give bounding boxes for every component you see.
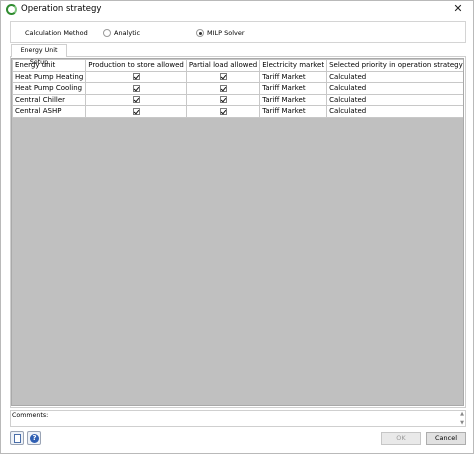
tab-energy-unit-setup[interactable]: Energy Unit Setup — [11, 44, 67, 66]
table-header-row: Energy unit Production to store allowed … — [12, 59, 463, 72]
partial-load-cell[interactable] — [185, 82, 261, 95]
scroll-down-icon[interactable]: ▼ — [460, 420, 464, 426]
priority-cell[interactable]: Calculated — [326, 105, 463, 118]
table-row[interactable]: Heat Pump Cooling Tariff Market Calculat… — [12, 82, 463, 95]
partial-load-cell[interactable] — [185, 70, 261, 83]
document-button[interactable] — [10, 431, 24, 445]
calculation-method-group: Calculation Method Analytic MILP Solver — [10, 21, 466, 43]
store-allowed-checkbox[interactable] — [132, 73, 140, 81]
electricity-market-cell[interactable]: Tariff Market — [259, 105, 328, 118]
store-allowed-cell[interactable] — [85, 105, 187, 118]
app-logo-icon — [6, 4, 17, 15]
priority-cell[interactable]: Calculated — [326, 93, 463, 106]
ok-button[interactable]: OK — [381, 432, 421, 445]
partial-load-checkbox[interactable] — [219, 84, 227, 92]
partial-load-checkbox[interactable] — [219, 73, 227, 81]
energy-unit-grid: Energy unit Production to store allowed … — [11, 58, 464, 406]
priority-cell[interactable]: Calculated — [326, 70, 463, 83]
electricity-market-cell[interactable]: Tariff Market — [259, 70, 328, 83]
milp-solver-radio[interactable] — [196, 29, 204, 37]
energy-unit-cell[interactable]: Heat Pump Cooling — [12, 82, 87, 95]
electricity-market-cell[interactable]: Tariff Market — [259, 82, 328, 95]
cancel-button[interactable]: Cancel — [426, 432, 466, 445]
comments-field[interactable]: Comments: ▲ ▼ — [10, 410, 466, 427]
header-partial-load[interactable]: Partial load allowed — [185, 59, 261, 72]
window-title: Operation strategy — [21, 4, 102, 14]
help-button[interactable]: ? — [27, 431, 41, 445]
document-icon — [14, 434, 21, 443]
header-selected-priority[interactable]: Selected priority in operation strategy — [326, 59, 463, 72]
close-button[interactable]: ✕ — [449, 2, 467, 16]
store-allowed-checkbox[interactable] — [132, 107, 140, 115]
store-allowed-checkbox[interactable] — [132, 84, 140, 92]
energy-unit-cell[interactable]: Central Chiller — [12, 93, 87, 106]
help-icon: ? — [30, 434, 39, 443]
milp-solver-radio-label[interactable]: MILP Solver — [207, 29, 245, 37]
store-allowed-cell[interactable] — [85, 93, 187, 106]
partial-load-cell[interactable] — [185, 105, 261, 118]
store-allowed-cell[interactable] — [85, 82, 187, 95]
calculation-method-label: Calculation Method — [25, 29, 88, 37]
table-row[interactable]: Central Chiller Tariff Market Calculated — [12, 93, 463, 106]
title-bar: Operation strategy ✕ — [1, 1, 473, 19]
energy-unit-table: Energy unit Production to store allowed … — [12, 59, 463, 118]
operation-strategy-window: Operation strategy ✕ Calculation Method … — [0, 0, 474, 454]
comments-label: Comments: — [12, 412, 49, 419]
store-allowed-checkbox[interactable] — [132, 96, 140, 104]
analytic-radio[interactable] — [103, 29, 111, 37]
partial-load-cell[interactable] — [185, 93, 261, 106]
table-row[interactable]: Heat Pump Heating Tariff Market Calculat… — [12, 70, 463, 83]
energy-unit-cell[interactable]: Central ASHP — [12, 105, 87, 118]
header-energy-unit[interactable]: Energy unit — [12, 59, 87, 72]
partial-load-checkbox[interactable] — [219, 96, 227, 104]
table-row[interactable]: Central ASHP Tariff Market Calculated — [12, 105, 463, 118]
header-electricity-market[interactable]: Electricity market — [259, 59, 328, 72]
store-allowed-cell[interactable] — [85, 70, 187, 83]
priority-cell[interactable]: Calculated — [326, 82, 463, 95]
partial-load-checkbox[interactable] — [219, 107, 227, 115]
scroll-up-icon[interactable]: ▲ — [460, 411, 464, 417]
energy-unit-cell[interactable]: Heat Pump Heating — [12, 70, 87, 83]
header-production-to-store[interactable]: Production to store allowed — [85, 59, 187, 72]
electricity-market-cell[interactable]: Tariff Market — [259, 93, 328, 106]
analytic-radio-label[interactable]: Analytic — [114, 29, 140, 37]
